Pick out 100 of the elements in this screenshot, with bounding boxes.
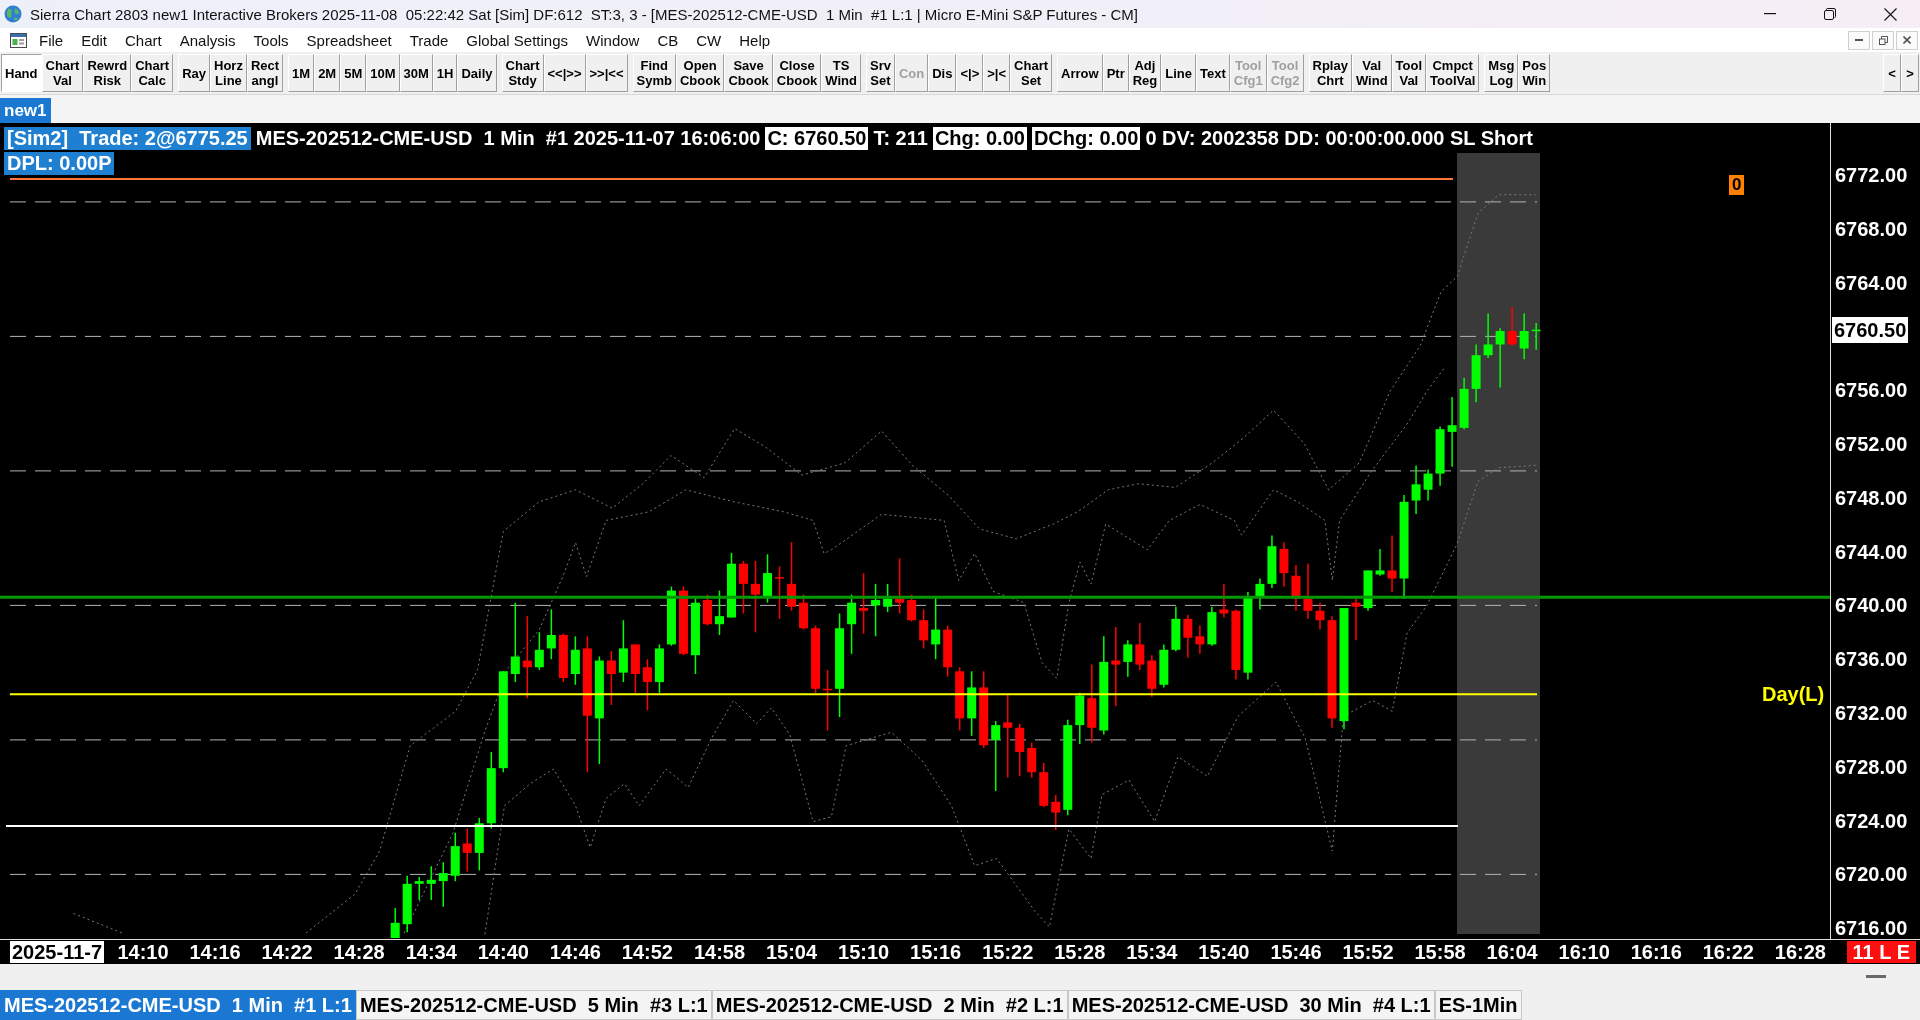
menu-item[interactable]: CW (687, 29, 731, 51)
menu-item[interactable]: Edit (72, 29, 117, 51)
falling-candle (823, 669, 833, 732)
toolbar-button[interactable]: Text (1196, 54, 1230, 92)
toolbar-button[interactable]: 10M (366, 54, 400, 92)
toolbar-button[interactable]: >|< (983, 54, 1011, 92)
last-price-label: 6760.50 (1832, 316, 1909, 343)
time-label: 14:16 (188, 941, 242, 963)
child-minimize-button[interactable] (1848, 30, 1870, 50)
menu-item[interactable]: Window (577, 29, 649, 51)
chart-tab[interactable]: MES-202512-CME-USD 5 Min #3 L:1 (355, 990, 712, 1020)
restore-icon (1824, 8, 1836, 20)
menu-item[interactable]: File (30, 29, 73, 51)
falling-candle (1051, 794, 1061, 831)
rising-candle (1531, 322, 1541, 351)
chart-tab[interactable]: MES-202512-CME-USD 2 Min #2 L:1 (711, 990, 1068, 1020)
toolbar-button[interactable]: Chart Set (1010, 54, 1053, 92)
toolbar-button[interactable]: TS Wind (821, 54, 861, 92)
price-label: 6720.00 (1835, 862, 1908, 887)
toolbar-button[interactable]: Close Cbook (772, 54, 822, 92)
rising-candle (438, 861, 448, 908)
chart-tab[interactable]: ES-1Min (1434, 990, 1522, 1020)
dash-icon (1866, 975, 1886, 978)
rising-candle (1495, 327, 1505, 389)
toolbar-button[interactable]: Rect angl (246, 54, 284, 92)
toolbar-button[interactable]: Daily (457, 54, 497, 92)
time-label: 14:10 (116, 941, 170, 963)
chart-info-text: T: 211 (873, 127, 928, 150)
chart-tab[interactable]: new1 (0, 98, 51, 123)
price-label: 6732.00 (1835, 701, 1908, 725)
toolbar-scroll-button[interactable]: < (1883, 54, 1901, 92)
menu-item[interactable]: Help (730, 29, 780, 51)
toolbar-button[interactable]: Arrow (1057, 54, 1103, 92)
falling-candle (1015, 723, 1025, 777)
toolbar-button[interactable]: Val Wind (1351, 54, 1392, 92)
falling-candle (1195, 624, 1205, 655)
toolbar-button[interactable]: <|> (956, 54, 984, 92)
time-label: 15:58 (1413, 941, 1467, 963)
menu-item[interactable]: Tools (244, 29, 298, 51)
toolbar-button[interactable]: 2M (314, 54, 341, 92)
menu-item[interactable]: CB (648, 29, 688, 51)
toolbar-button[interactable]: Ray (178, 54, 210, 92)
chart-tab[interactable]: MES-202512-CME-USD 1 Min #1 L:1 (0, 990, 356, 1020)
falling-candle (943, 624, 953, 678)
toolbar-button[interactable]: Hand (1, 54, 42, 92)
toolbar-button[interactable]: Line (1161, 54, 1196, 92)
toolbar-button[interactable]: Chart Calc (131, 54, 174, 92)
account-label: [Sim2] Trade: 2@6775.25 (4, 127, 251, 150)
toolbar-button[interactable]: Save Cbook (724, 54, 773, 92)
toolbar-button[interactable]: Pos Win (1518, 54, 1551, 92)
toolbar-button[interactable]: Dis (928, 54, 957, 92)
toolbar-button[interactable]: 30M (399, 54, 433, 92)
time-label: 16:28 (1773, 941, 1827, 963)
menu-item[interactable]: Trade (400, 29, 458, 51)
price-label: 6764.00 (1835, 270, 1908, 295)
falling-candle (1387, 534, 1397, 593)
toolbar-button[interactable]: Horz Line (210, 54, 247, 92)
toolbar-button[interactable]: Adj Reg (1128, 54, 1162, 92)
menu-item[interactable]: Global Settings (457, 29, 578, 51)
toolbar-button[interactable]: <<|>> (543, 54, 586, 92)
child-close-button[interactable] (1896, 30, 1918, 50)
rising-candle (1207, 606, 1217, 647)
menu-item[interactable]: Chart (116, 29, 171, 51)
toolbar-button[interactable]: >>|<< (585, 54, 628, 92)
toolbar-button[interactable]: Tool Val (1391, 54, 1427, 92)
rising-candle (546, 608, 556, 660)
count-badge: 0 (1729, 175, 1745, 195)
time-label: 16:10 (1557, 941, 1611, 963)
time-label: 14:22 (260, 941, 314, 963)
rising-candle (1123, 639, 1133, 678)
falling-candle (1219, 583, 1229, 619)
price-label: 6768.00 (1835, 216, 1908, 241)
falling-candle (678, 585, 688, 656)
rising-candle (1423, 468, 1433, 502)
toolbar-button[interactable]: Rplay Chrt (1308, 54, 1352, 92)
app-window-icon (10, 32, 27, 48)
toolbar-button[interactable]: Cmpct ToolVal (1426, 54, 1480, 92)
child-restore-button[interactable] (1872, 30, 1894, 50)
toolbar-button[interactable]: Msg Log (1484, 54, 1519, 92)
toolbar-button[interactable]: 1H (432, 54, 458, 92)
toolbar-button[interactable]: Chart Stdy (501, 54, 544, 92)
price-label: 6740.00 (1835, 593, 1908, 618)
menu-item[interactable]: Analysis (170, 29, 245, 51)
toolbar-button[interactable]: Chart Val (41, 54, 84, 92)
toolbar-button[interactable]: 1M (288, 54, 315, 92)
falling-candle (1039, 762, 1049, 808)
restore-icon (1878, 35, 1888, 45)
toolbar-button[interactable]: 5M (340, 54, 367, 92)
time-label: 15:52 (1341, 941, 1395, 963)
toolbar-button[interactable]: Rewrd Risk (83, 54, 132, 92)
toolbar-button[interactable]: Find Symb (632, 54, 676, 92)
price-label: 6752.00 (1835, 432, 1908, 456)
toolbar-button[interactable]: Srv Set (865, 54, 895, 92)
chart-tab[interactable]: MES-202512-CME-USD 30 Min #4 L:1 (1067, 990, 1435, 1020)
toolbar-button[interactable]: Open Cbook (675, 54, 725, 92)
toolbar-scroll-button[interactable]: > (1901, 54, 1919, 92)
menu-item[interactable]: Spreadsheet (297, 29, 401, 51)
toolbar-button[interactable]: Ptr (1102, 54, 1129, 92)
price-label: 6744.00 (1835, 539, 1908, 564)
falling-candle (1279, 541, 1289, 588)
